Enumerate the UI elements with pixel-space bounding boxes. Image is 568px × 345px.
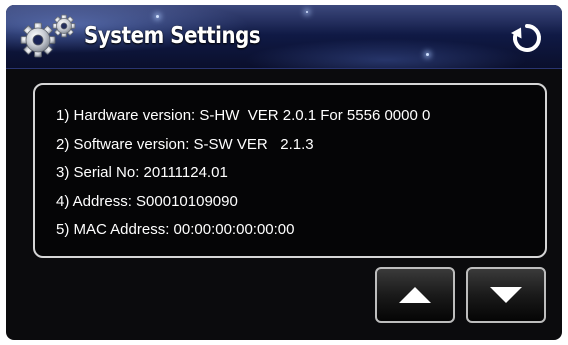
software-version-line: 2) Software version: S-SW VER 2.1.3: [56, 136, 314, 153]
sparkle-decoration: [156, 15, 159, 18]
sparkle-decoration: [306, 11, 308, 13]
version-info-panel: 1) Hardware version: S-HW VER 2.0.1 For …: [33, 83, 547, 258]
mac-address-line: 5) MAC Address: 00:00:00:00:00:00: [56, 221, 295, 238]
arrow-up-icon: [399, 287, 431, 303]
header-bar: System Settings: [6, 5, 562, 69]
gears-icon: [18, 13, 84, 61]
system-settings-screen: System Settings 1) Hardware version: S-H…: [6, 5, 562, 340]
arrow-down-icon: [490, 287, 522, 303]
page-title: System Settings: [84, 23, 261, 49]
sparkle-decoration: [426, 53, 429, 56]
serial-number-line: 3) Serial No: 20111124.01: [56, 164, 228, 181]
address-line: 4) Address: S00010109090: [56, 193, 238, 210]
refresh-button[interactable]: [510, 21, 544, 55]
scroll-up-button[interactable]: [375, 267, 455, 323]
refresh-icon: [511, 24, 541, 52]
scroll-down-button[interactable]: [466, 267, 546, 323]
hardware-version-line: 1) Hardware version: S-HW VER 2.0.1 For …: [56, 107, 431, 124]
